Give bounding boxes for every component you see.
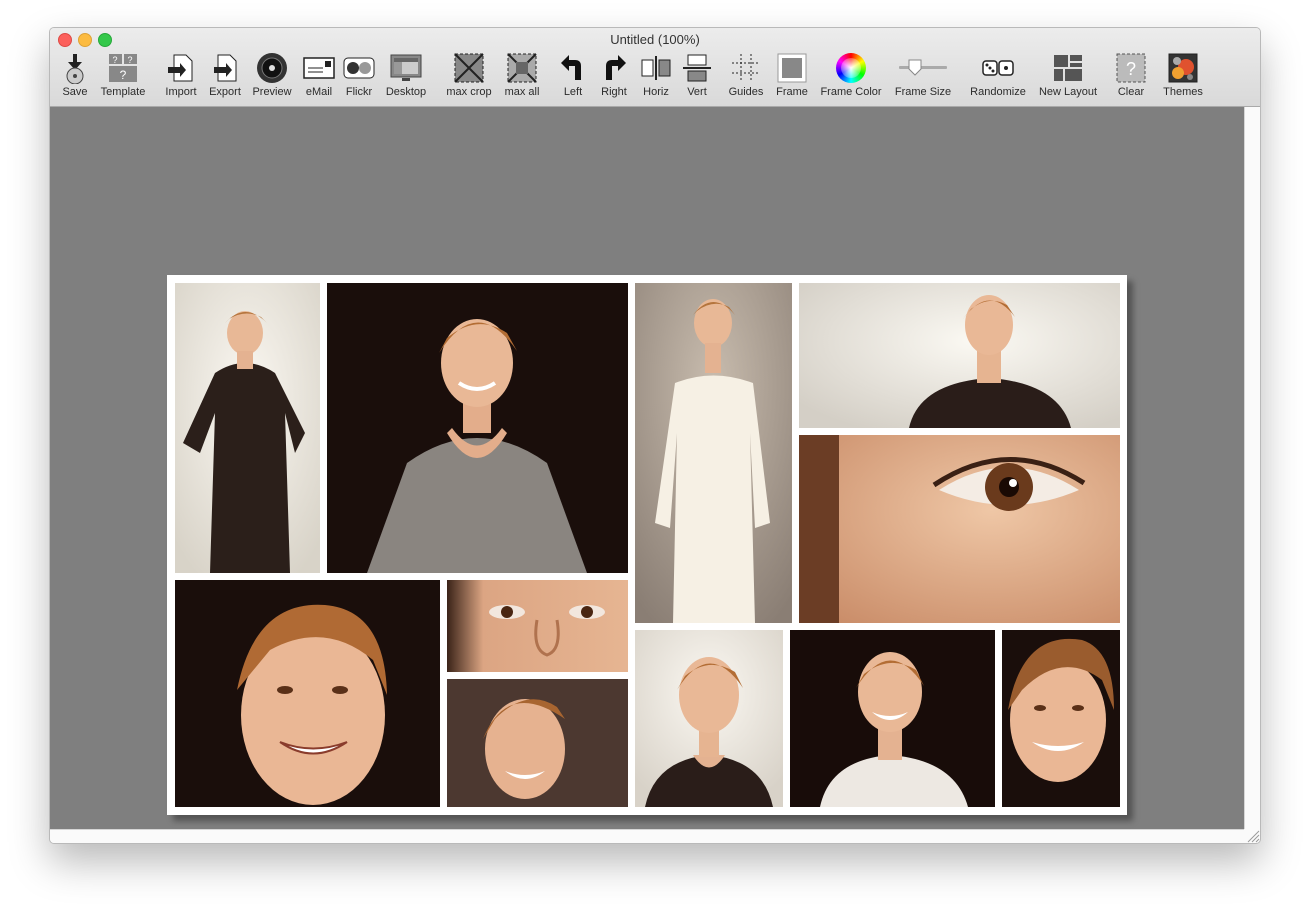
- desktop-monitor-icon: [390, 52, 422, 84]
- template-button[interactable]: ??? Template: [98, 52, 148, 102]
- photo-eye-closeup[interactable]: [799, 435, 1120, 623]
- new-layout-button[interactable]: New Layout: [1035, 52, 1101, 102]
- clear-icon: ?: [1115, 52, 1147, 84]
- rotate-left-button[interactable]: Left: [557, 52, 589, 102]
- photo-black-top-portrait[interactable]: [635, 630, 783, 807]
- max-all-icon: [506, 52, 538, 84]
- photo-smiling-portrait[interactable]: [1002, 630, 1120, 807]
- flip-vertical-button[interactable]: Vert: [681, 52, 713, 102]
- guides-icon: [730, 52, 762, 84]
- randomize-button[interactable]: Randomize: [967, 52, 1029, 102]
- frame-icon: [776, 52, 808, 84]
- flickr-button[interactable]: Flickr: [342, 52, 376, 102]
- svg-text:?: ?: [1126, 59, 1136, 79]
- themes-icon: [1167, 52, 1199, 84]
- rotate-right-button[interactable]: Right: [598, 52, 630, 102]
- photo-standing-black-dress[interactable]: [175, 283, 320, 573]
- flickr-icon: [343, 52, 375, 84]
- frame-color-button[interactable]: Frame Color: [817, 52, 885, 102]
- email-button[interactable]: eMail: [302, 52, 336, 102]
- email-envelope-icon: [303, 52, 335, 84]
- layout-icon: [1052, 52, 1084, 84]
- max-crop-button[interactable]: max crop: [443, 52, 495, 102]
- horizontal-scrollbar[interactable]: [50, 829, 1244, 843]
- preview-button[interactable]: Preview: [250, 52, 294, 102]
- export-icon: [209, 52, 241, 84]
- svg-text:?: ?: [127, 55, 132, 65]
- export-button[interactable]: Export: [206, 52, 244, 102]
- save-button[interactable]: Save: [58, 52, 92, 102]
- svg-text:?: ?: [120, 68, 127, 82]
- template-grid-icon: ???: [107, 52, 139, 84]
- slider-icon: [897, 52, 949, 84]
- photo-white-outfit[interactable]: [635, 283, 792, 623]
- flip-vertical-icon: [681, 52, 713, 84]
- photo-smiling-face[interactable]: [175, 580, 440, 807]
- dice-icon: [982, 52, 1014, 84]
- photo-white-shirt-dark-bg[interactable]: [790, 630, 995, 807]
- max-crop-icon: [453, 52, 485, 84]
- vertical-scrollbar[interactable]: [1244, 107, 1260, 829]
- import-icon: [165, 52, 197, 84]
- desktop-button[interactable]: Desktop: [383, 52, 429, 102]
- photo-black-shirt-light-bg[interactable]: [799, 283, 1120, 428]
- document-canvas: [50, 107, 1244, 829]
- window-title: Untitled (100%): [610, 32, 700, 47]
- resize-grip-icon[interactable]: [1244, 829, 1260, 843]
- rotate-right-icon: [598, 52, 630, 84]
- app-window: Untitled (100%) Save ??? Template Import: [49, 27, 1261, 844]
- clear-button[interactable]: ? Clear: [1114, 52, 1148, 102]
- flip-horizontal-button[interactable]: Horiz: [639, 52, 673, 102]
- frame-size-slider[interactable]: Frame Size: [892, 52, 954, 102]
- flip-horizontal-icon: [640, 52, 672, 84]
- photo-grey-sweater[interactable]: [327, 283, 628, 573]
- rotate-left-icon: [557, 52, 589, 84]
- photo-eyes-nose-closeup[interactable]: [447, 580, 628, 672]
- svg-text:?: ?: [112, 55, 117, 65]
- themes-button[interactable]: Themes: [1162, 52, 1204, 102]
- save-disk-icon: [59, 52, 91, 84]
- preview-eye-icon: [256, 52, 288, 84]
- color-wheel-icon: [835, 52, 867, 84]
- photo-laughing-brown-bg[interactable]: [447, 679, 628, 807]
- collage: [167, 275, 1127, 815]
- max-all-button[interactable]: max all: [501, 52, 543, 102]
- import-button[interactable]: Import: [162, 52, 200, 102]
- guides-button[interactable]: Guides: [726, 52, 766, 102]
- toolbar: Untitled (100%) Save ??? Template Import: [50, 28, 1260, 107]
- frame-button[interactable]: Frame: [774, 52, 810, 102]
